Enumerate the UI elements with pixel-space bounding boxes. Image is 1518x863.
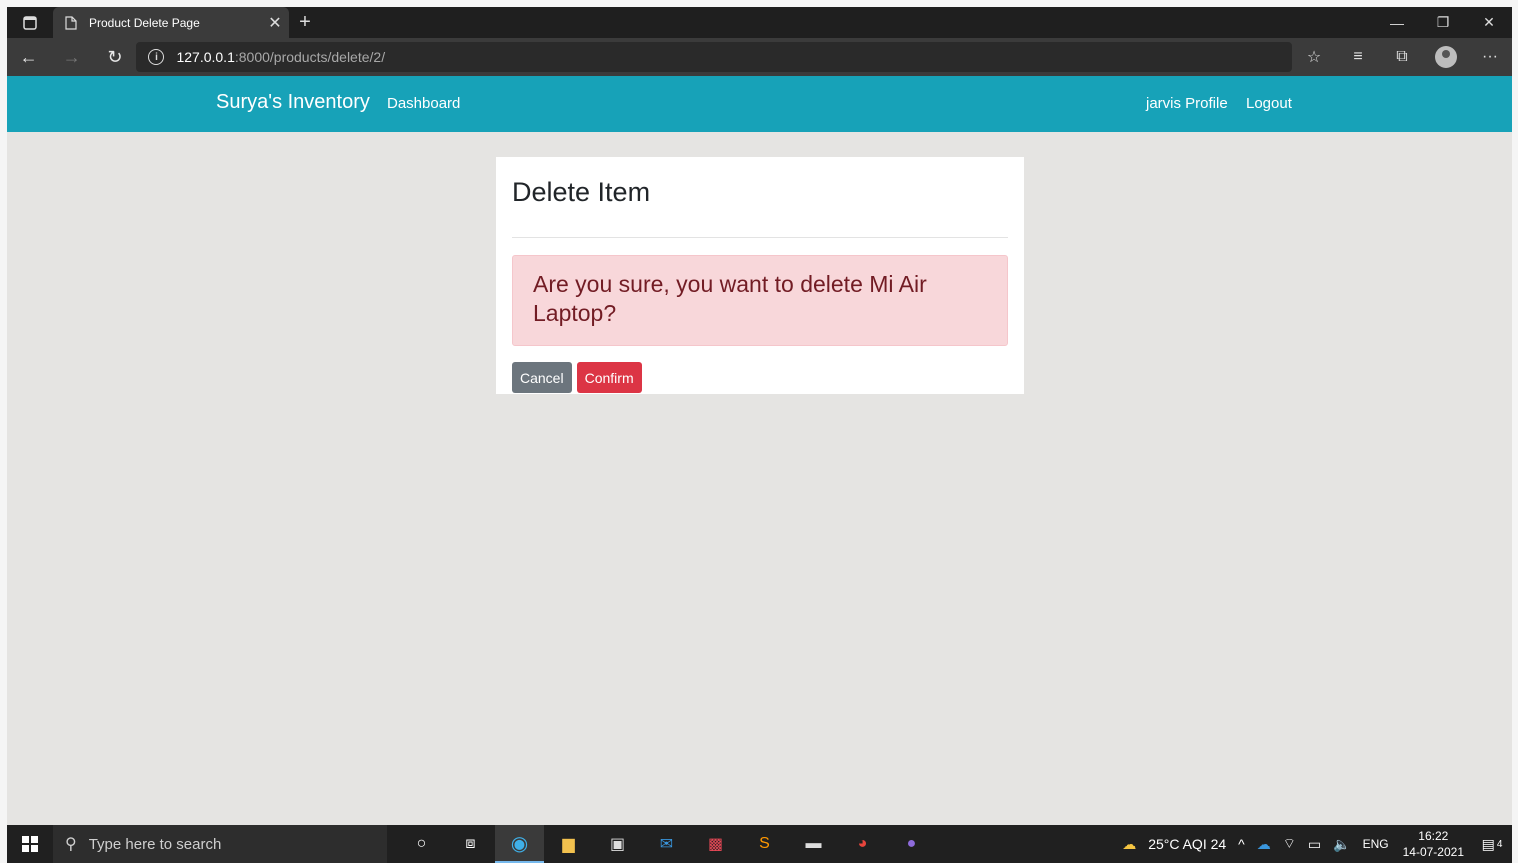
clock-time: 16:22 xyxy=(1418,829,1449,843)
network-icon[interactable]: ⌔ xyxy=(1283,835,1296,853)
browser-tab-active[interactable]: Product Delete Page ✕ xyxy=(53,7,289,38)
gift-app-icon[interactable]: ▩ xyxy=(691,825,740,863)
window-controls: — ❐ ✕ xyxy=(1374,7,1512,38)
toolbar-icons: ☆ ≡ ⧉ ··· xyxy=(1292,38,1512,76)
brand-link[interactable]: Surya's Inventory xyxy=(216,91,370,114)
divider xyxy=(512,237,1008,238)
mail-icon[interactable]: ✉ xyxy=(642,825,691,863)
address-host: 127.0.0.1 xyxy=(176,49,235,65)
confirm-button[interactable]: Confirm xyxy=(576,362,642,393)
cortana-icon[interactable]: ○ xyxy=(397,825,446,863)
browser-toolbar: ← → ↻ i 127.0.0.1:8000/products/delete/2… xyxy=(7,38,1512,76)
forward-icon[interactable]: → xyxy=(50,38,93,76)
app-navbar: Surya's Inventory Dashboard jarvis Profi… xyxy=(7,76,1512,132)
edge-icon[interactable]: ◉ xyxy=(495,825,544,863)
new-tab-button[interactable]: + xyxy=(289,7,321,38)
browser-window: Product Delete Page ✕ + — ❐ ✕ ← → ↻ i 12… xyxy=(7,7,1512,863)
language-indicator[interactable]: ENG xyxy=(1363,837,1389,851)
button-group: Cancel Confirm xyxy=(512,362,1008,393)
confirm-alert: Are you sure, you want to delete Mi Air … xyxy=(512,255,1008,346)
show-hidden-icons[interactable]: ^ xyxy=(1238,836,1245,852)
search-placeholder: Type here to search xyxy=(88,835,222,853)
terminal-icon[interactable]: ▬ xyxy=(789,825,838,863)
refresh-icon[interactable]: ↻ xyxy=(93,38,136,76)
search-icon: ⚲ xyxy=(65,836,77,853)
nav-dashboard-link[interactable]: Dashboard xyxy=(387,95,460,112)
store-icon[interactable]: ▣ xyxy=(593,825,642,863)
tab-close-icon[interactable]: ✕ xyxy=(261,9,289,37)
site-info-icon[interactable]: i xyxy=(148,49,165,65)
delete-card: Delete Item Are you sure, you want to de… xyxy=(496,157,1024,394)
notification-count: 4 xyxy=(1496,838,1503,850)
collections-icon[interactable]: ⧉ xyxy=(1380,38,1424,76)
clock[interactable]: 16:22 14-07-2021 xyxy=(1403,828,1464,860)
tab-strip: Product Delete Page ✕ + — ❐ ✕ xyxy=(7,7,1512,38)
tab-title: Product Delete Page xyxy=(89,15,200,30)
clock-date: 14-07-2021 xyxy=(1402,845,1464,859)
windows-start-button[interactable] xyxy=(7,825,53,863)
address-bar[interactable]: i 127.0.0.1:8000/products/delete/2/ xyxy=(136,42,1293,72)
task-view-icon[interactable]: ⧈ xyxy=(446,825,495,863)
page-title: Delete Item xyxy=(512,177,651,207)
favorites-icon[interactable]: ≡ xyxy=(1336,38,1380,76)
profile-icon[interactable] xyxy=(1424,38,1468,76)
back-icon[interactable]: ← xyxy=(7,38,50,76)
sublime-text-icon[interactable]: S xyxy=(740,825,789,863)
onedrive-icon[interactable]: ☁ xyxy=(1257,836,1271,853)
taskbar-search[interactable]: ⚲ Type here to search xyxy=(53,825,387,863)
notification-center-button[interactable]: ▤ 4 xyxy=(1472,836,1512,853)
taskbar-apps: ○ ⧈ ◉ ▆ ▣ ✉ ▩ S ▬ ◕ ● xyxy=(397,825,936,863)
weather-text[interactable]: 25°C AQI 24 xyxy=(1148,836,1226,852)
add-favorite-icon[interactable]: ☆ xyxy=(1292,38,1336,76)
more-options-icon[interactable]: ··· xyxy=(1468,38,1512,76)
chrome-icon[interactable]: ◕ xyxy=(838,825,887,863)
cancel-button[interactable]: Cancel xyxy=(512,362,572,393)
github-desktop-icon[interactable]: ● xyxy=(887,825,936,863)
restore-icon[interactable]: ❐ xyxy=(1420,7,1466,38)
nav-logout-link[interactable]: Logout xyxy=(1246,95,1292,112)
avatar xyxy=(1435,46,1458,68)
tab-actions-button[interactable] xyxy=(7,7,53,38)
address-path: :8000/products/delete/2/ xyxy=(234,49,386,65)
system-tray: ☁ 25°C AQI 24 ^ ☁ ⌔ ▭ 🔈 ENG 16:22 14-07-… xyxy=(1116,825,1512,863)
windows-logo-icon xyxy=(22,836,38,852)
file-explorer-icon[interactable]: ▆ xyxy=(544,825,593,863)
volume-icon[interactable]: 🔈 xyxy=(1333,836,1350,853)
battery-icon[interactable]: ▭ xyxy=(1308,836,1321,853)
notification-icon: ▤ xyxy=(1481,835,1495,852)
weather-icon: ☁ xyxy=(1122,835,1137,852)
taskbar: ⚲ Type here to search ○ ⧈ ◉ ▆ ▣ ✉ ▩ S ▬ … xyxy=(7,825,1512,863)
minimize-icon[interactable]: — xyxy=(1374,7,1420,38)
nav-profile-link[interactable]: jarvis Profile xyxy=(1146,95,1228,112)
close-window-icon[interactable]: ✕ xyxy=(1466,7,1512,38)
tab-actions-icon xyxy=(23,15,37,30)
page-icon xyxy=(65,15,77,30)
